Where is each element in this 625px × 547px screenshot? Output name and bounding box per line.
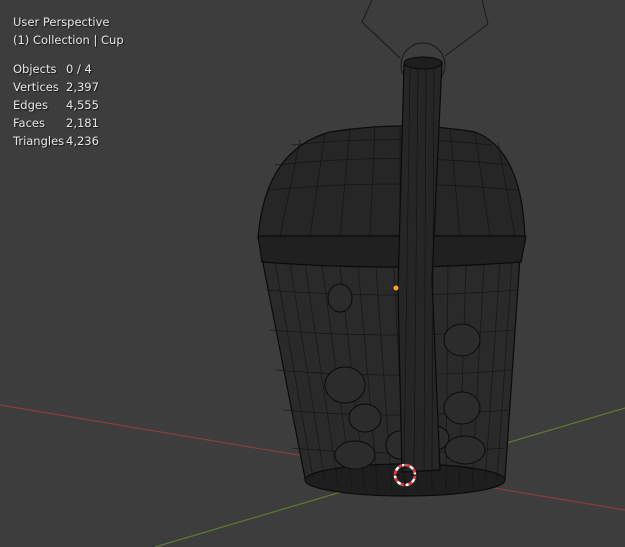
- scene-statistics: Objects 0 / 4 Vertices 2,397 Edges 4,555…: [13, 60, 99, 150]
- stat-row-objects: Objects 0 / 4: [13, 60, 99, 78]
- stat-label: Faces: [13, 116, 45, 130]
- cup-wireframe: [257, 56, 527, 497]
- stat-label: Objects: [13, 62, 57, 76]
- 3d-viewport[interactable]: User Perspective (1) Collection | Cup Ob…: [0, 0, 625, 547]
- stat-row-edges: Edges 4,555: [13, 96, 99, 114]
- stat-value: 2,181: [66, 116, 99, 130]
- stat-label: Edges: [13, 98, 48, 112]
- stat-value: 4,555: [66, 98, 99, 112]
- object-origin-dot[interactable]: [393, 285, 399, 291]
- stat-value: 2,397: [66, 80, 99, 94]
- stat-value: 4,236: [66, 134, 99, 148]
- viewport-collection-label: (1) Collection | Cup: [13, 33, 124, 47]
- cup-lid: [257, 125, 526, 239]
- stat-label: Vertices: [13, 80, 59, 94]
- stat-row-faces: Faces 2,181: [13, 114, 99, 132]
- viewport-view-name: User Perspective: [13, 15, 110, 29]
- cup-lid-rim: [257, 235, 527, 268]
- stat-value: 0 / 4: [66, 62, 92, 76]
- stat-label: Triangles: [13, 134, 65, 148]
- stat-row-triangles: Triangles 4,236: [13, 132, 99, 150]
- stat-row-vertices: Vertices 2,397: [13, 78, 99, 96]
